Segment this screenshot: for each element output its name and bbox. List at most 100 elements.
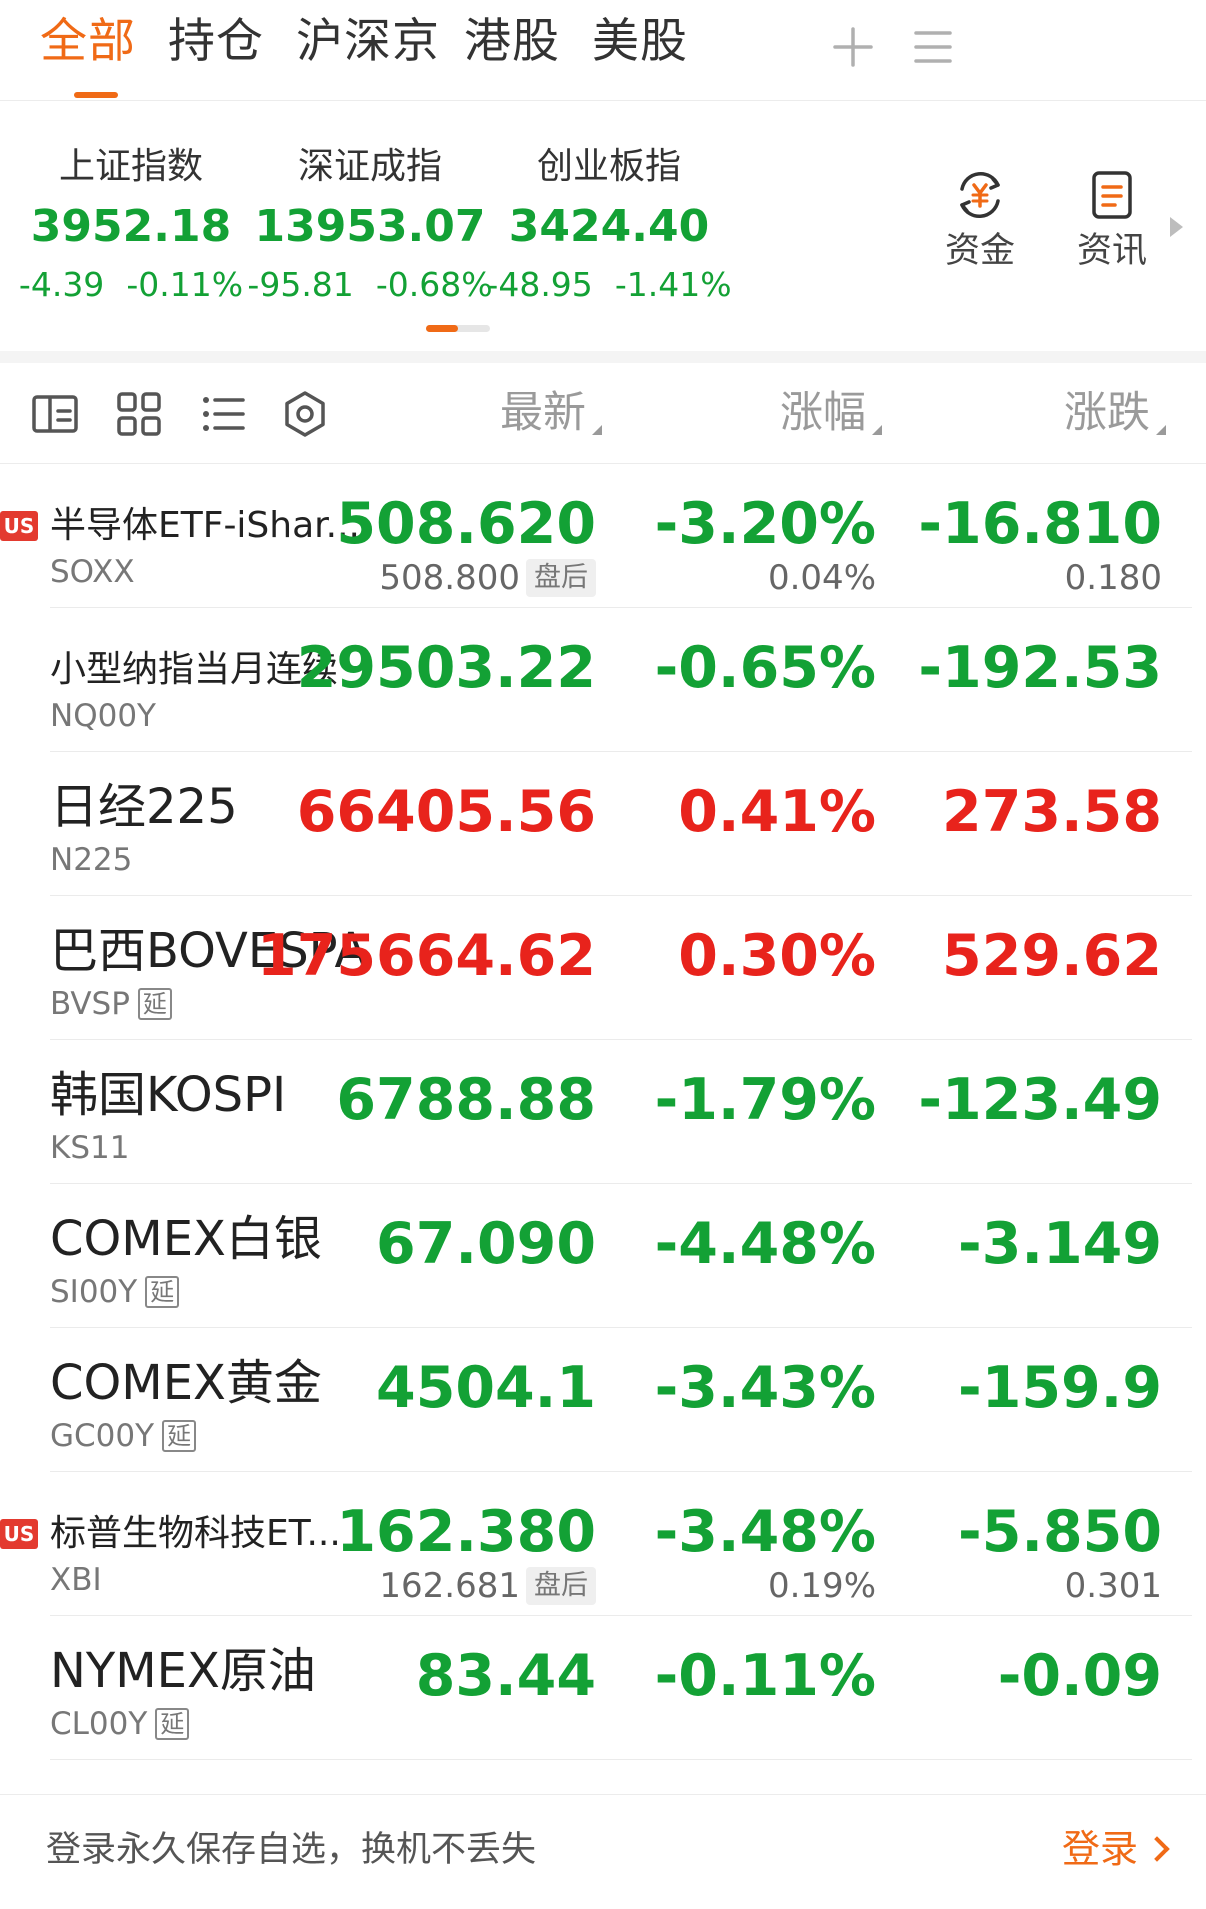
menu-icon[interactable] — [910, 24, 956, 70]
security-code-text: NQ00Y — [50, 698, 156, 734]
delayed-quote-badge: 延 — [137, 988, 172, 1020]
tab-a-shares[interactable]: 沪深京 — [296, 12, 440, 72]
settings-icon[interactable] — [280, 389, 330, 439]
change-amount: 529.62 — [942, 923, 1162, 989]
change-percent: -0.11% — [654, 1643, 876, 1709]
index-change-amount: -48.95 — [486, 265, 593, 304]
change-amount: -0.09 — [997, 1643, 1162, 1709]
delayed-quote-badge: 延 — [155, 1708, 190, 1740]
security-name: 韩国KOSPI — [50, 1067, 287, 1123]
after-hours-percent: 0.19% — [767, 1566, 876, 1606]
news-button[interactable]: 资讯 — [1064, 167, 1160, 273]
change-amount: -16.810 — [918, 491, 1162, 557]
list-toolbar: 最新 涨幅 涨跌 — [0, 363, 1206, 464]
latest-price: 4504.1 — [376, 1355, 596, 1421]
tab-holdings[interactable]: 持仓 — [168, 12, 264, 72]
quote-row[interactable]: 韩国KOSPI KS11 6788.88 -1.79% -123.49 — [0, 1040, 1206, 1184]
column-header-percent-label: 涨幅 — [780, 388, 866, 438]
quote-row[interactable]: US 标普生物科技ET... XBI 162.380 -3.48% -5.850 162.6… — [0, 1472, 1206, 1616]
latest-price: 67.090 — [376, 1211, 596, 1277]
login-button-label: 登录 — [1061, 1827, 1138, 1871]
news-label: 资讯 — [1076, 231, 1147, 271]
sort-icon — [872, 425, 882, 435]
security-name: 标普生物科技ET... — [50, 1513, 341, 1554]
security-code-text: SOXX — [50, 554, 135, 590]
latest-price: 66405.56 — [296, 779, 596, 845]
login-prompt-text: 登录永久保存自选，换机不丢失 — [46, 1830, 537, 1870]
change-amount: 273.58 — [942, 779, 1162, 845]
security-code-text: XBI — [50, 1562, 102, 1598]
watchlist-screen: 全部 持仓 沪深京 港股 美股 上证指数 3952.18 -4.39 -0.11%… — [0, 0, 1206, 1909]
change-amount: -159.9 — [958, 1355, 1162, 1421]
change-percent: -3.43% — [654, 1355, 876, 1421]
index-change-amount: -95.81 — [247, 265, 354, 304]
security-code-text: GC00Y — [50, 1418, 155, 1454]
scroll-right-icon[interactable] — [1170, 217, 1183, 237]
quote-row[interactable]: COMEX白银 SI00Y 延 67.090 -4.48% -3.149 — [0, 1184, 1206, 1328]
latest-price: 175664.62 — [257, 923, 596, 989]
security-name: 半导体ETF-iShar... — [50, 505, 360, 546]
login-button[interactable]: 登录 — [1061, 1823, 1170, 1875]
index-summary-strip: 上证指数 3952.18 -4.39 -0.11% 深证成指 13953.07 -… — [0, 101, 1206, 351]
security-code: NQ00Y — [50, 696, 156, 736]
security-code: KS11 — [50, 1128, 129, 1168]
fund-flow-button[interactable]: 资金 — [932, 167, 1028, 273]
latest-price: 508.620 — [336, 491, 596, 557]
column-header-change-label: 涨跌 — [1064, 388, 1150, 438]
index-carousel-progress — [426, 325, 490, 332]
fund-flow-label: 资金 — [944, 231, 1015, 271]
sort-icon — [1156, 425, 1166, 435]
security-name: NYMEX原油 — [50, 1643, 316, 1699]
latest-price: 162.380 — [336, 1499, 596, 1565]
delayed-quote-badge: 延 — [162, 1420, 197, 1452]
security-code-text: KS11 — [50, 1130, 130, 1166]
market-tab-bar: 全部 持仓 沪深京 港股 美股 — [0, 0, 1206, 101]
column-header-percent[interactable]: 涨幅 — [780, 385, 882, 441]
quote-row[interactable]: COMEX黄金 GC00Y 延 4504.1 -3.43% -159.9 — [0, 1328, 1206, 1472]
plus-icon[interactable] — [830, 24, 876, 70]
security-code: XBI — [50, 1560, 102, 1600]
tab-us-stocks[interactable]: 美股 — [592, 12, 688, 72]
change-percent: -3.20% — [654, 491, 876, 557]
after-hours-price-value: 162.681 — [379, 1566, 520, 1606]
security-code-text: CL00Y — [50, 1706, 148, 1742]
active-tab-indicator — [74, 92, 118, 98]
tab-all[interactable]: 全部 — [40, 12, 136, 72]
us-market-badge: US — [0, 1519, 38, 1549]
quote-row[interactable]: NYMEX原油 CL00Y 延 83.44 -0.11% -0.09 — [0, 1616, 1206, 1760]
quote-row[interactable]: 小型纳指当月连续 NQ00Y 29503.22 -0.65% -192.53 — [0, 608, 1206, 752]
grid-view-icon[interactable] — [114, 389, 164, 439]
security-name: COMEX白银 — [50, 1211, 322, 1267]
delayed-quote-badge: 延 — [145, 1276, 180, 1308]
section-divider — [0, 351, 1206, 363]
change-amount: -192.53 — [918, 635, 1162, 701]
index-card-chinext[interactable]: 创业板指 3424.40 -48.95 -1.41% — [464, 145, 754, 307]
column-header-change[interactable]: 涨跌 — [1064, 385, 1166, 441]
security-code-text: BVSP — [50, 986, 130, 1022]
index-change-percent: -1.41% — [614, 265, 732, 304]
after-hours-change: 0.180 — [1064, 558, 1162, 598]
change-amount: -123.49 — [918, 1067, 1162, 1133]
quote-row[interactable]: US 半导体ETF-iShar... SOXX 508.620 -3.20% -16.81… — [0, 464, 1206, 608]
quote-list: US 半导体ETF-iShar... SOXX 508.620 -3.20% -16.81… — [0, 464, 1206, 1760]
tab-hk-stocks[interactable]: 港股 — [464, 12, 560, 72]
security-code-text: SI00Y — [50, 1274, 138, 1310]
quote-row[interactable]: 巴西BOVESPA BVSP 延 175664.62 0.30% 529.62 — [0, 896, 1206, 1040]
after-hours-badge: 盘后 — [526, 1567, 596, 1605]
after-hours-price-value: 508.800 — [379, 558, 520, 598]
security-name: COMEX黄金 — [50, 1355, 322, 1411]
after-hours-percent: 0.04% — [767, 558, 876, 598]
after-hours-change: 0.301 — [1064, 1566, 1162, 1606]
change-percent: 0.41% — [678, 779, 876, 845]
index-change: -48.95 -1.41% — [464, 263, 754, 307]
news-icon — [1092, 171, 1132, 219]
quote-row[interactable]: 日经225 N225 66405.56 0.41% 273.58 — [0, 752, 1206, 896]
column-header-price[interactable]: 最新 — [500, 385, 602, 441]
change-percent: -4.48% — [654, 1211, 876, 1277]
after-hours-price: 508.800 盘后 — [379, 556, 596, 600]
latest-price: 83.44 — [415, 1643, 596, 1709]
split-view-icon[interactable] — [30, 389, 80, 439]
list-view-icon[interactable] — [198, 389, 248, 439]
index-value: 3424.40 — [508, 201, 710, 252]
latest-price: 29503.22 — [296, 635, 596, 701]
